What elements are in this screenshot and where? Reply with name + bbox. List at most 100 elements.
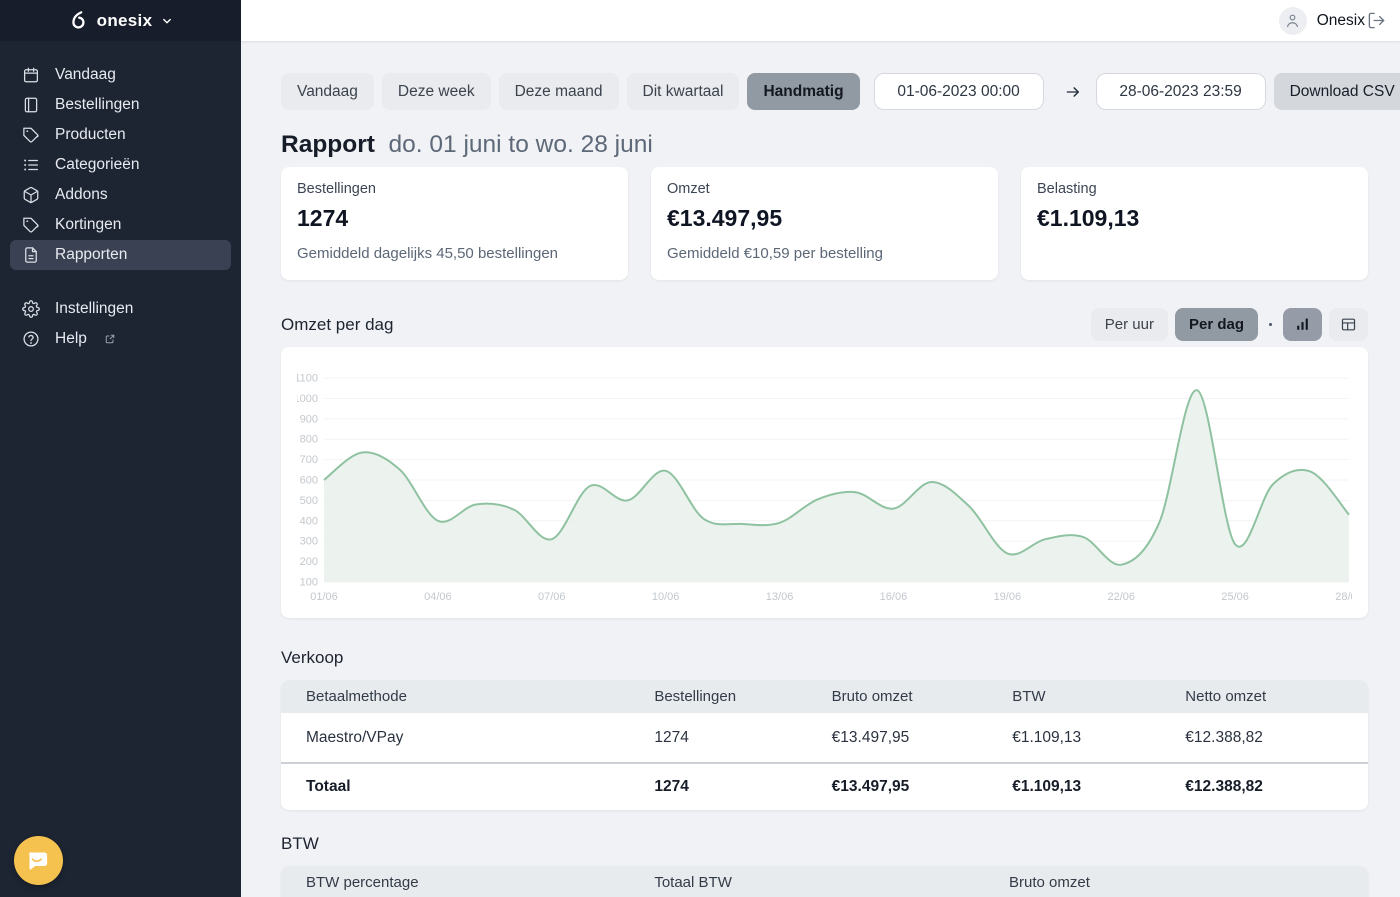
table-cell: Betaalmethode	[306, 688, 654, 705]
table-cell: €13.497,95	[832, 778, 1013, 796]
btw-title: BTW	[281, 833, 1368, 854]
sidebar-item-vandaag[interactable]: Vandaag	[10, 60, 231, 90]
sidebar: onesix Vandaag Bestellingen Producten Categ…	[0, 0, 241, 897]
chart-title: Omzet per dag	[281, 314, 393, 335]
download-csv-button[interactable]: Download CSV	[1274, 73, 1400, 110]
report-title: Rapport	[281, 131, 375, 158]
toggle-button-per-uur[interactable]: Per uur	[1091, 308, 1168, 341]
verkoop-table-header: BetaalmethodeBestellingenBruto omzetBTWN…	[281, 680, 1368, 713]
svg-text:200: 200	[300, 556, 318, 568]
stat-label: Bestellingen	[297, 181, 612, 197]
svg-text:25/06: 25/06	[1221, 591, 1249, 603]
date-to-input[interactable]	[1096, 73, 1266, 110]
svg-text:900: 900	[300, 413, 318, 425]
preset-button-handmatig[interactable]: Handmatig	[747, 73, 859, 110]
btw-table-header: BTW percentageTotaal BTWBruto omzet	[281, 866, 1368, 897]
preset-button-deze-week[interactable]: Deze week	[382, 73, 491, 110]
table-cell: €12.388,82	[1185, 778, 1368, 796]
table-total-row: Totaal1274€13.497,95€1.109,13€12.388,82	[281, 762, 1368, 810]
omzet-chart-svg: 1100100090080070060050040030020010001/06…	[297, 359, 1352, 611]
svg-text:500: 500	[300, 495, 318, 507]
verkoop-title: Verkoop	[281, 647, 1368, 668]
svg-text:10/06: 10/06	[652, 591, 680, 603]
table-cell: Bruto omzet	[1009, 874, 1368, 891]
page-title: Rapport do. 01 juni to wo. 28 juni	[281, 130, 1368, 159]
main-area: Onesix VandaagDeze weekDeze maandDit kwa…	[241, 0, 1400, 897]
svg-text:600: 600	[300, 475, 318, 487]
sidebar-item-producten[interactable]: Producten	[10, 120, 231, 150]
svg-text:22/06: 22/06	[1107, 591, 1135, 603]
table-cell: Maestro/VPay	[306, 729, 654, 747]
omzet-chart-card: 1100100090080070060050040030020010001/06…	[281, 347, 1368, 618]
chat-bubble-icon	[25, 847, 52, 874]
avatar	[1279, 7, 1307, 35]
report-date-range: do. 01 juni to wo. 28 juni	[382, 131, 653, 158]
sidebar-item-kortingen[interactable]: Kortingen	[10, 210, 231, 240]
table-cell: Netto omzet	[1185, 688, 1368, 705]
table-cell: Bruto omzet	[832, 688, 1013, 705]
svg-text:700: 700	[300, 454, 318, 466]
external-link-icon	[104, 333, 116, 345]
preset-button-dit-kwartaal[interactable]: Dit kwartaal	[627, 73, 740, 110]
sidebar-item-help[interactable]: Help	[10, 324, 231, 354]
date-from-input[interactable]	[874, 73, 1044, 110]
stat-label: Omzet	[667, 181, 982, 197]
verkoop-table-body: Maestro/VPay1274€13.497,95€1.109,13€12.3…	[281, 713, 1368, 810]
chat-launcher-button[interactable]	[14, 836, 63, 885]
table-row: Maestro/VPay1274€13.497,95€1.109,13€12.3…	[281, 713, 1368, 762]
sidebar-item-instellingen[interactable]: Instellingen	[10, 294, 231, 324]
svg-text:16/06: 16/06	[880, 591, 908, 603]
bar-chart-icon	[1294, 316, 1311, 333]
stat-card-omzet: Omzet€13.497,95Gemiddeld €10,59 per best…	[651, 167, 998, 280]
sidebar-item-label: Vandaag	[55, 66, 116, 84]
dot-separator	[1269, 323, 1272, 326]
sidebar-item-bestellingen[interactable]: Bestellingen	[10, 90, 231, 120]
stat-subtitle: Gemiddeld dagelijks 45,50 bestellingen	[297, 245, 612, 263]
tag-icon	[22, 126, 40, 144]
chevron-down-icon	[160, 14, 174, 28]
stat-value: 1274	[297, 205, 612, 232]
svg-text:100: 100	[300, 577, 318, 589]
sidebar-item-label: Help	[55, 330, 87, 348]
table-cell: BTW percentage	[306, 874, 654, 891]
table-cell: Totaal BTW	[654, 874, 1009, 891]
list-icon	[22, 156, 40, 174]
sidebar-item-rapporten[interactable]: Rapporten	[10, 240, 231, 270]
view-button-bar-chart[interactable]	[1283, 308, 1322, 341]
table-cell: 1274	[654, 778, 831, 796]
preset-button-vandaag[interactable]: Vandaag	[281, 73, 374, 110]
user-menu[interactable]: Onesix	[1279, 7, 1365, 35]
sidebar-item-label: Addons	[55, 186, 108, 204]
preset-button-deze-maand[interactable]: Deze maand	[499, 73, 619, 110]
table-cell: BTW	[1012, 688, 1185, 705]
chart-header: Omzet per dag Per uurPer dag	[281, 308, 1368, 341]
brand-header[interactable]: onesix	[0, 0, 241, 41]
svg-text:19/06: 19/06	[994, 591, 1022, 603]
chart-controls: Per uurPer dag	[1091, 308, 1368, 341]
sidebar-item-addons[interactable]: Addons	[10, 180, 231, 210]
view-button-table-grid[interactable]	[1329, 308, 1368, 341]
app-root: onesix Vandaag Bestellingen Producten Categ…	[0, 0, 1400, 897]
toggle-button-per-dag[interactable]: Per dag	[1175, 308, 1258, 341]
stat-label: Belasting	[1037, 181, 1352, 197]
sidebar-item-label: Instellingen	[55, 300, 133, 318]
btw-table: BTW percentageTotaal BTWBruto omzet	[281, 866, 1368, 897]
report-page: VandaagDeze weekDeze maandDit kwartaalHa…	[241, 41, 1400, 897]
table-cell: €13.497,95	[832, 729, 1013, 747]
calendar-icon	[22, 66, 40, 84]
package-icon	[22, 186, 40, 204]
preset-buttons: VandaagDeze weekDeze maandDit kwartaalHa…	[281, 73, 860, 110]
table-cell: €12.388,82	[1185, 729, 1368, 747]
logout-icon[interactable]	[1367, 11, 1386, 30]
verkoop-table: BetaalmethodeBestellingenBruto omzetBTWN…	[281, 680, 1368, 810]
sidebar-item-categorieen[interactable]: Categorieën	[10, 150, 231, 180]
sidebar-item-label: Producten	[55, 126, 126, 144]
table-cell: €1.109,13	[1012, 729, 1185, 747]
svg-text:1100: 1100	[297, 373, 318, 385]
sidebar-item-label: Categorieën	[55, 156, 139, 174]
svg-text:13/06: 13/06	[766, 591, 794, 603]
stat-card-bestellingen: Bestellingen 1274 Gemiddeld dagelijks 45,5…	[281, 167, 628, 280]
brand-name: onesix	[97, 11, 153, 31]
stat-card-belasting: Belasting€1.109,13	[1021, 167, 1368, 280]
svg-text:28/06: 28/06	[1335, 591, 1352, 603]
